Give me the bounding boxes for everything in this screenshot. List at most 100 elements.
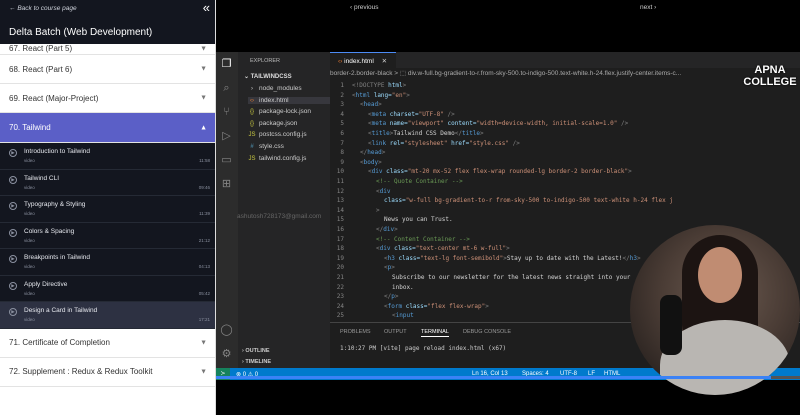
code-line[interactable]: inbox. — [392, 283, 414, 293]
section-item[interactable]: 72. Supplement : Redux & Redux Toolkit ▼ — [0, 358, 215, 387]
account-icon[interactable]: ◯ — [220, 324, 233, 337]
tab-output[interactable]: OUTPUT — [384, 329, 407, 335]
code-line[interactable]: </div> — [376, 225, 398, 235]
code-line[interactable]: <!-- Content Container --> — [376, 235, 470, 245]
section-title[interactable]: 72. Supplement : Redux & Redux Toolkit — [9, 367, 153, 376]
outline-label[interactable]: OUTLINE — [245, 348, 269, 354]
code-line[interactable]: <meta name="viewport" content="width=dev… — [368, 119, 628, 129]
code-line[interactable]: <link rel="stylesheet" href="style.css" … — [368, 139, 520, 149]
lesson-item[interactable]: ▶ Tailwind CLI video 09:46 — [0, 170, 215, 196]
run-debug-icon[interactable]: ▷ — [220, 130, 233, 143]
code-line[interactable]: <title>Tailwind CSS Demo</title> — [368, 129, 484, 139]
remote-explorer-icon[interactable]: ▭ — [220, 154, 233, 167]
chevron-down-icon: ▼ — [200, 65, 207, 73]
previous-button[interactable]: ‹ previous — [350, 4, 379, 11]
terminal-output[interactable]: 1:10:27 PM [vite] page reload index.html… — [340, 345, 506, 352]
section-title[interactable]: 67. React (Part 5) — [9, 44, 72, 53]
timeline-section[interactable]: › TIMELINE — [242, 359, 271, 365]
chevron-double-left-icon[interactable]: « — [203, 0, 210, 16]
code-line[interactable]: <div — [376, 187, 390, 197]
file-item[interactable]: {} package.json — [248, 120, 297, 127]
file-name[interactable]: index.html — [259, 97, 289, 104]
section-tailwind[interactable]: 70. Tailwind ▲ — [0, 113, 215, 143]
file-item[interactable]: › node_modules — [248, 85, 302, 92]
search-icon[interactable]: ⌕ — [220, 82, 233, 95]
project-name[interactable]: TAILWINDCSS — [251, 74, 292, 80]
line-number: 15 — [336, 216, 344, 224]
file-name[interactable]: node_modules — [259, 85, 302, 92]
lesson-title[interactable]: Tailwind CLI — [24, 175, 59, 182]
code-line[interactable]: <meta charset="UTF-8" /> — [368, 110, 455, 120]
tab-terminal[interactable]: TERMINAL — [421, 329, 449, 337]
file-item[interactable]: # style.css — [248, 143, 284, 150]
lesson-item[interactable]: ▶ Introduction to Tailwind video 11:58 — [0, 143, 215, 170]
code-line[interactable]: <div class="text-center mt-6 w-full"> — [376, 244, 510, 254]
video-progress-bar[interactable] — [216, 376, 800, 379]
next-button[interactable]: next › — [640, 4, 656, 11]
code-line[interactable]: </p> — [384, 292, 398, 302]
file-item[interactable]: {} package-lock.json — [248, 108, 311, 115]
lesson-title[interactable]: Breakpoints in Tailwind — [24, 254, 90, 261]
lesson-title[interactable]: Introduction to Tailwind — [24, 148, 90, 155]
file-name[interactable]: package.json — [259, 120, 297, 127]
file-name[interactable]: package-lock.json — [259, 108, 311, 115]
outline-section[interactable]: › OUTLINE — [242, 348, 270, 354]
code-line[interactable]: Subscribe to our newsletter for the late… — [392, 273, 630, 283]
extensions-icon[interactable]: ⊞ — [220, 178, 233, 191]
tab-problems[interactable]: PROBLEMS — [340, 329, 371, 335]
file-name[interactable]: postcss.config.js — [259, 131, 307, 138]
section-item[interactable]: 71. Certificate of Completion ▼ — [0, 329, 215, 358]
code-line[interactable]: class="w-full bg-gradient-to-r from-sky-… — [384, 196, 673, 206]
lesson-item[interactable]: ▶ Typography & Styling video 11:39 — [0, 196, 215, 223]
lesson-title[interactable]: Design a Card in Tailwind — [24, 307, 97, 314]
code-line[interactable]: <body> — [360, 158, 382, 168]
back-to-course-link[interactable]: ← Back to course page — [9, 5, 77, 12]
code-line[interactable]: </head> — [360, 148, 385, 158]
tab-label[interactable]: index.html — [344, 58, 374, 65]
section-item[interactable]: 68. React (Part 6) ▼ — [0, 55, 215, 84]
back-label[interactable]: Back to course page — [17, 5, 76, 12]
lesson-title[interactable]: Typography & Styling — [24, 201, 85, 208]
code-line[interactable]: <head> — [360, 100, 382, 110]
close-icon[interactable]: ✕ — [382, 58, 387, 65]
code-line[interactable]: <!-- Quote Container --> — [376, 177, 463, 187]
file-name[interactable]: tailwind.config.js — [259, 155, 306, 162]
code-line[interactable]: <form class="flex flex-wrap"> — [384, 302, 489, 312]
code-line[interactable]: <p> — [384, 263, 395, 273]
lesson-item[interactable]: ▶ Apply Directive video 05:42 — [0, 276, 215, 302]
section-title[interactable]: 69. React (Major-Project) — [9, 94, 98, 103]
section-item[interactable]: 69. React (Major-Project) ▼ — [0, 84, 215, 113]
code-line[interactable]: > — [376, 206, 380, 216]
code-line[interactable]: <h3 class="text-lg font-semibold">Stay u… — [384, 254, 641, 264]
code-line[interactable]: News you can Trust. — [384, 215, 453, 225]
file-name[interactable]: style.css — [259, 143, 284, 150]
section-item[interactable]: 67. React (Part 5) ▼ — [0, 44, 215, 55]
code-line[interactable]: <input — [392, 311, 414, 321]
tab-debug-console[interactable]: DEBUG CONSOLE — [463, 329, 511, 335]
file-item[interactable]: JS tailwind.config.js — [248, 155, 306, 162]
source-control-icon[interactable]: ⑂ — [220, 106, 233, 119]
line-number: 23 — [336, 293, 344, 301]
breadcrumb[interactable]: border-2.border-black > ⬚ div.w-full.bg-… — [330, 68, 800, 80]
settings-gear-icon[interactable]: ⚙ — [220, 348, 233, 361]
code-line[interactable]: <!DOCTYPE html> — [352, 81, 406, 91]
files-icon[interactable]: ❐ — [220, 58, 233, 71]
section-title[interactable]: 71. Certificate of Completion — [9, 338, 110, 347]
section-title[interactable]: 70. Tailwind — [9, 123, 51, 132]
line-number: 17 — [336, 235, 344, 243]
code-line[interactable]: <html lang="en"> — [352, 91, 410, 101]
lesson-title[interactable]: Colors & Spacing — [24, 228, 74, 235]
project-folder[interactable]: ⌄ TAILWINDCSS — [244, 73, 292, 80]
lesson-item[interactable]: ▶ Design a Card in Tailwind video 17:21 — [0, 302, 215, 329]
file-item[interactable]: ‹› index.html — [248, 96, 330, 104]
timeline-label[interactable]: TIMELINE — [245, 359, 271, 365]
section-title[interactable]: 68. React (Part 6) — [9, 65, 72, 74]
file-item[interactable]: JS postcss.config.js — [248, 131, 307, 138]
video-player[interactable]: ‹ previous next › ❐ ⌕ ⑂ ▷ ▭ ⊞ ◯ ⚙ EXPLOR… — [216, 0, 800, 415]
lesson-title[interactable]: Apply Directive — [24, 281, 67, 288]
lesson-item[interactable]: ▶ Breakpoints in Tailwind video 04:13 — [0, 249, 215, 276]
lesson-item[interactable]: ▶ Colors & Spacing video 21:12 — [0, 223, 215, 249]
tab-index-html[interactable]: ‹› index.html ✕ — [330, 52, 396, 68]
code-line[interactable]: <div class="mt-20 mx-52 flex flex-wrap r… — [368, 167, 632, 177]
course-sidebar: ← Back to course page « Delta Batch (Web… — [0, 0, 216, 415]
